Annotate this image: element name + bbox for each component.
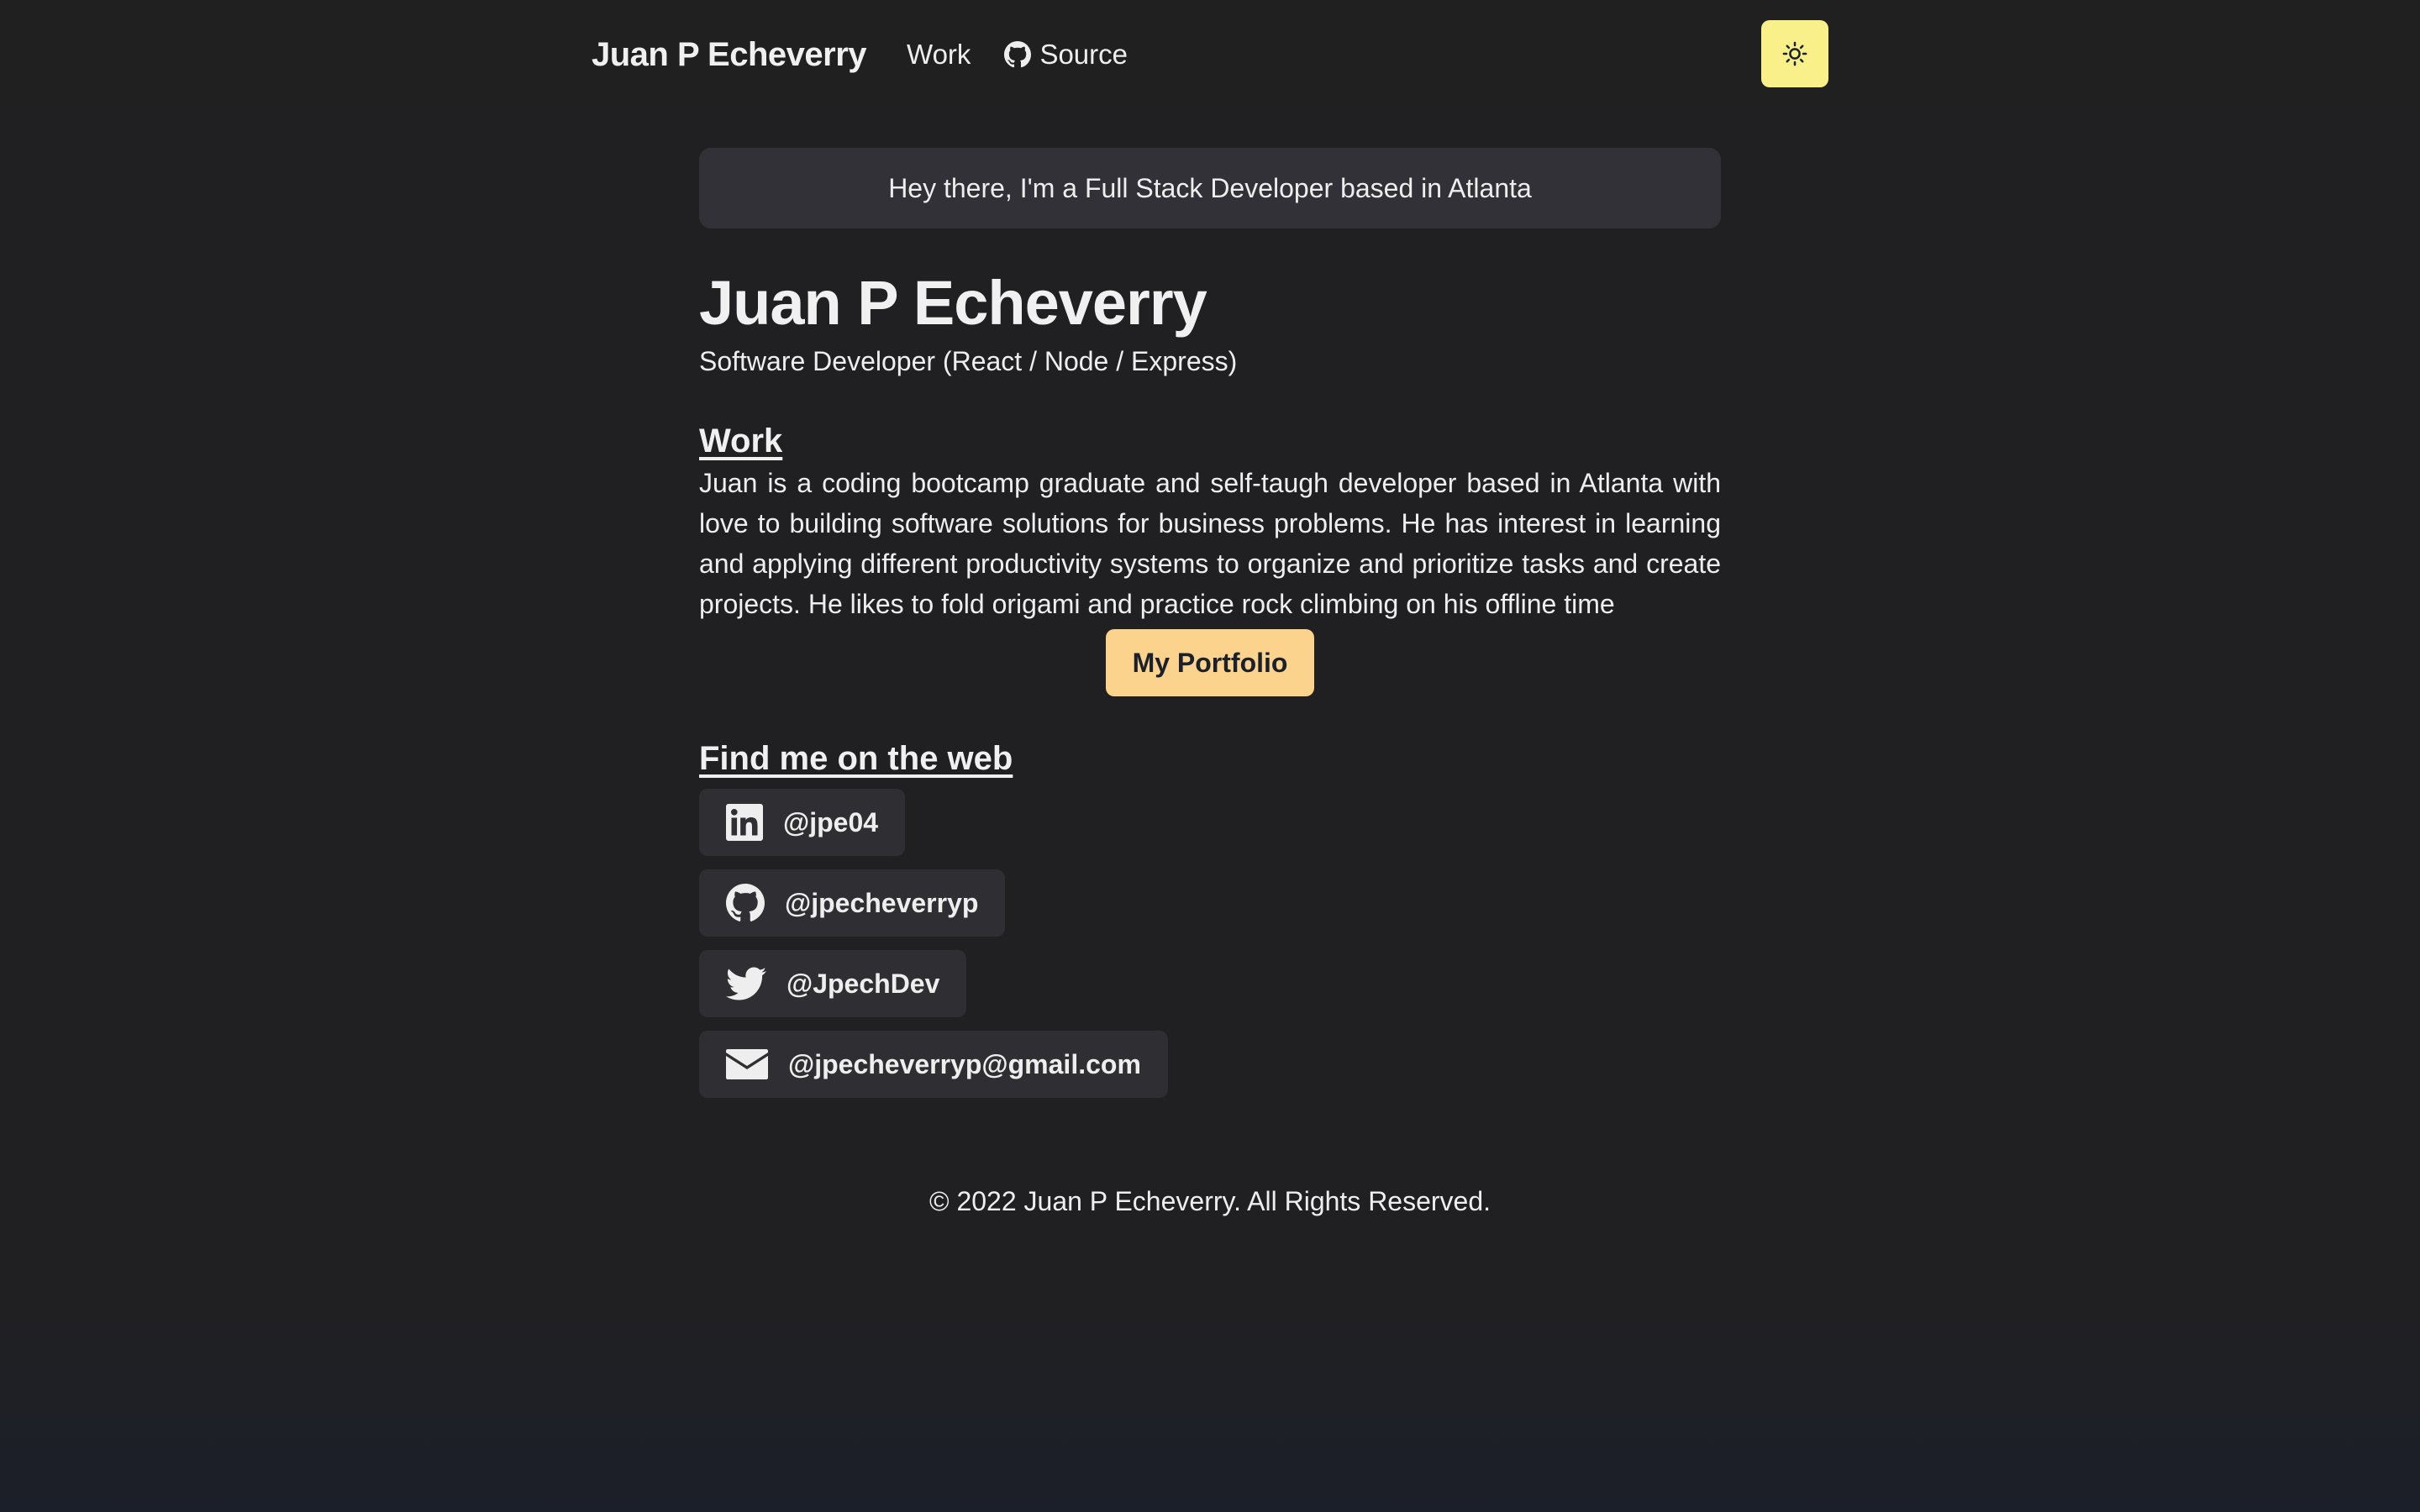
github-icon (1004, 41, 1032, 68)
page-title: Juan P Echeverry (699, 268, 1207, 338)
nav-link-source-label: Source (1039, 39, 1128, 70)
nav-link-work-label: Work (907, 39, 971, 70)
main-content: Hey there, I'm a Full Stack Developer ba… (699, 148, 1721, 1111)
mail-icon (726, 1049, 768, 1079)
social-links: @jpe04 @jpecheverryp @JpechDev @jpecheve… (699, 789, 1721, 1098)
nav-link-work[interactable]: Work (907, 39, 971, 71)
bio-paragraph: Juan is a coding bootcamp graduate and s… (699, 468, 1721, 619)
linkedin-icon (726, 804, 763, 841)
brand-logo[interactable]: Juan P Echeverry (592, 36, 867, 74)
social-link-twitter-label: @JpechDev (786, 968, 940, 999)
portfolio-wrap: My Portfolio (699, 629, 1721, 696)
nav-link-source[interactable]: Source (1004, 39, 1128, 71)
twitter-icon (726, 967, 766, 1000)
social-link-twitter[interactable]: @JpechDev (699, 950, 967, 1017)
theme-toggle-button[interactable] (1761, 20, 1828, 87)
social-link-linkedin[interactable]: @jpe04 (699, 789, 906, 856)
social-link-email[interactable]: @jpecheverryp@gmail.com (699, 1031, 1168, 1098)
section-heading-work: Work (699, 423, 783, 459)
sun-icon (1782, 41, 1807, 66)
portfolio-button[interactable]: My Portfolio (1105, 629, 1315, 696)
social-link-linkedin-label: @jpe04 (783, 806, 879, 837)
github-icon (726, 884, 765, 921)
greeting-banner: Hey there, I'm a Full Stack Developer ba… (699, 148, 1721, 228)
subtitle-role: Software Developer (React / Node / Expre… (699, 346, 1238, 376)
navbar: Juan P Echeverry Work Source (0, 0, 2420, 109)
footer-copyright: © 2022 Juan P Echeverry. All Rights Rese… (929, 1186, 1491, 1216)
social-link-github-label: @jpecheverryp (785, 887, 979, 918)
nav-inner: Juan P Echeverry Work Source (592, 0, 1161, 109)
social-link-github[interactable]: @jpecheverryp (699, 869, 1006, 937)
section-heading-web: Find me on the web (699, 740, 1013, 777)
social-link-email-label: @jpecheverryp@gmail.com (788, 1048, 1141, 1079)
